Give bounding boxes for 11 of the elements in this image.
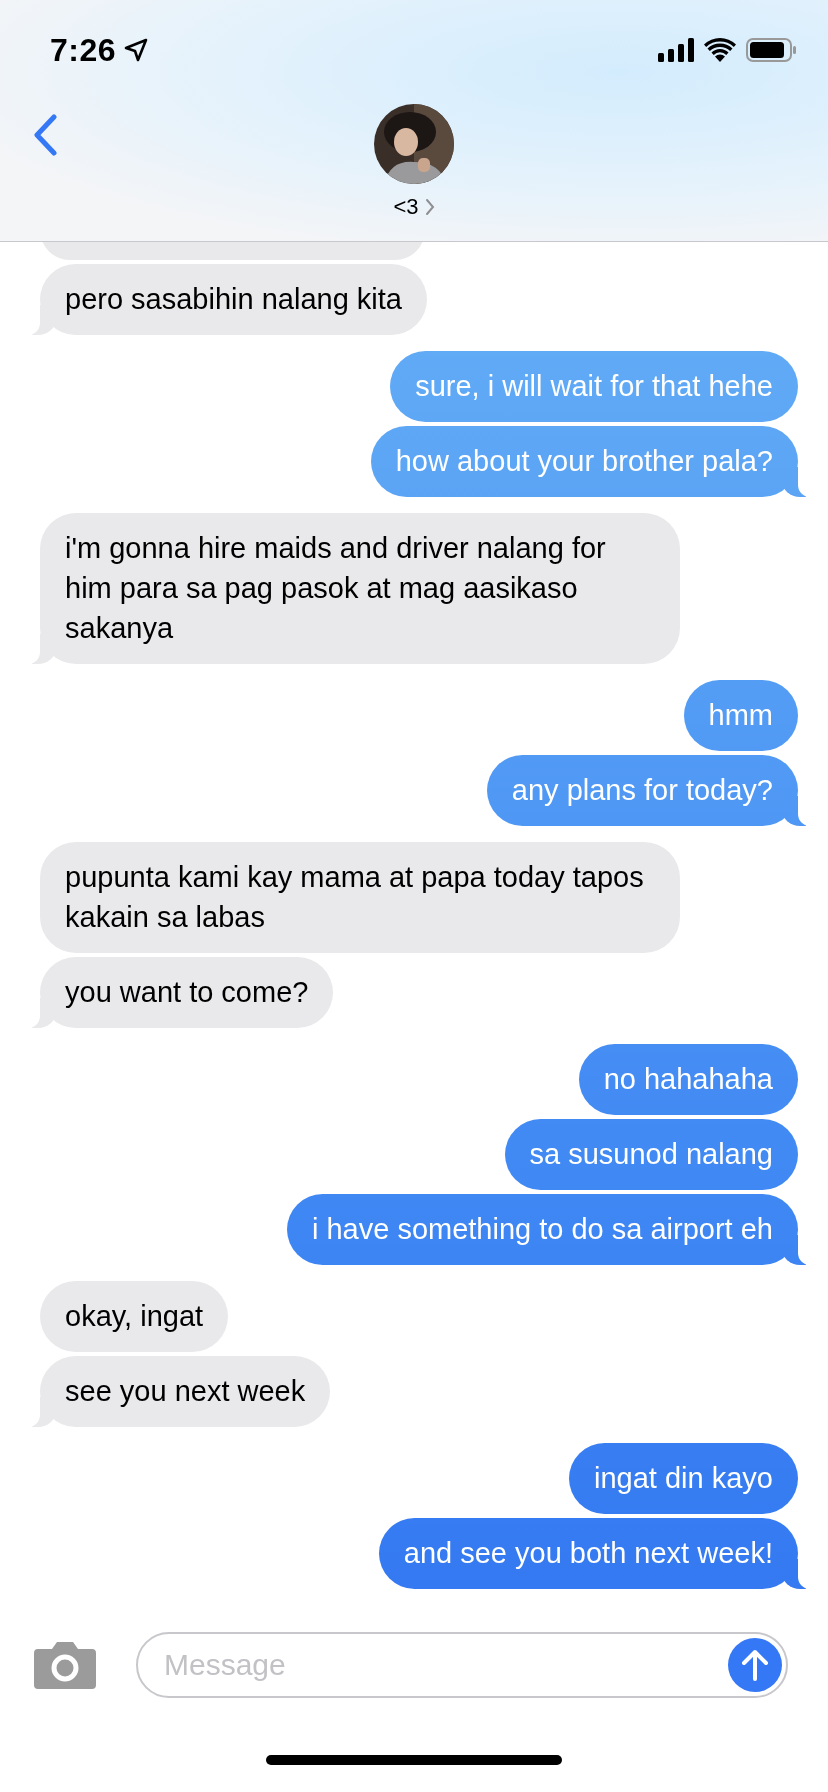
sent-message: and see you both next week!	[378, 1518, 808, 1589]
status-time: 7:26	[50, 31, 117, 69]
received-message: you want to come?	[30, 957, 334, 1028]
received-message: see you next week	[30, 1356, 331, 1427]
received-message: pero sasabihin nalang kita	[30, 264, 427, 335]
message-field[interactable]: Message	[136, 1632, 788, 1698]
sent-message: any plans for today?	[486, 755, 808, 826]
contact-name[interactable]: <3	[389, 192, 439, 222]
sent-message: i have something to do sa airport eh	[286, 1194, 808, 1265]
sent-message: how about your brother pala?	[370, 426, 808, 497]
received-message: i'm gonna hire maids and driver nalang for him para sa pag pasok at mag aasikaso sakanya	[30, 513, 680, 664]
